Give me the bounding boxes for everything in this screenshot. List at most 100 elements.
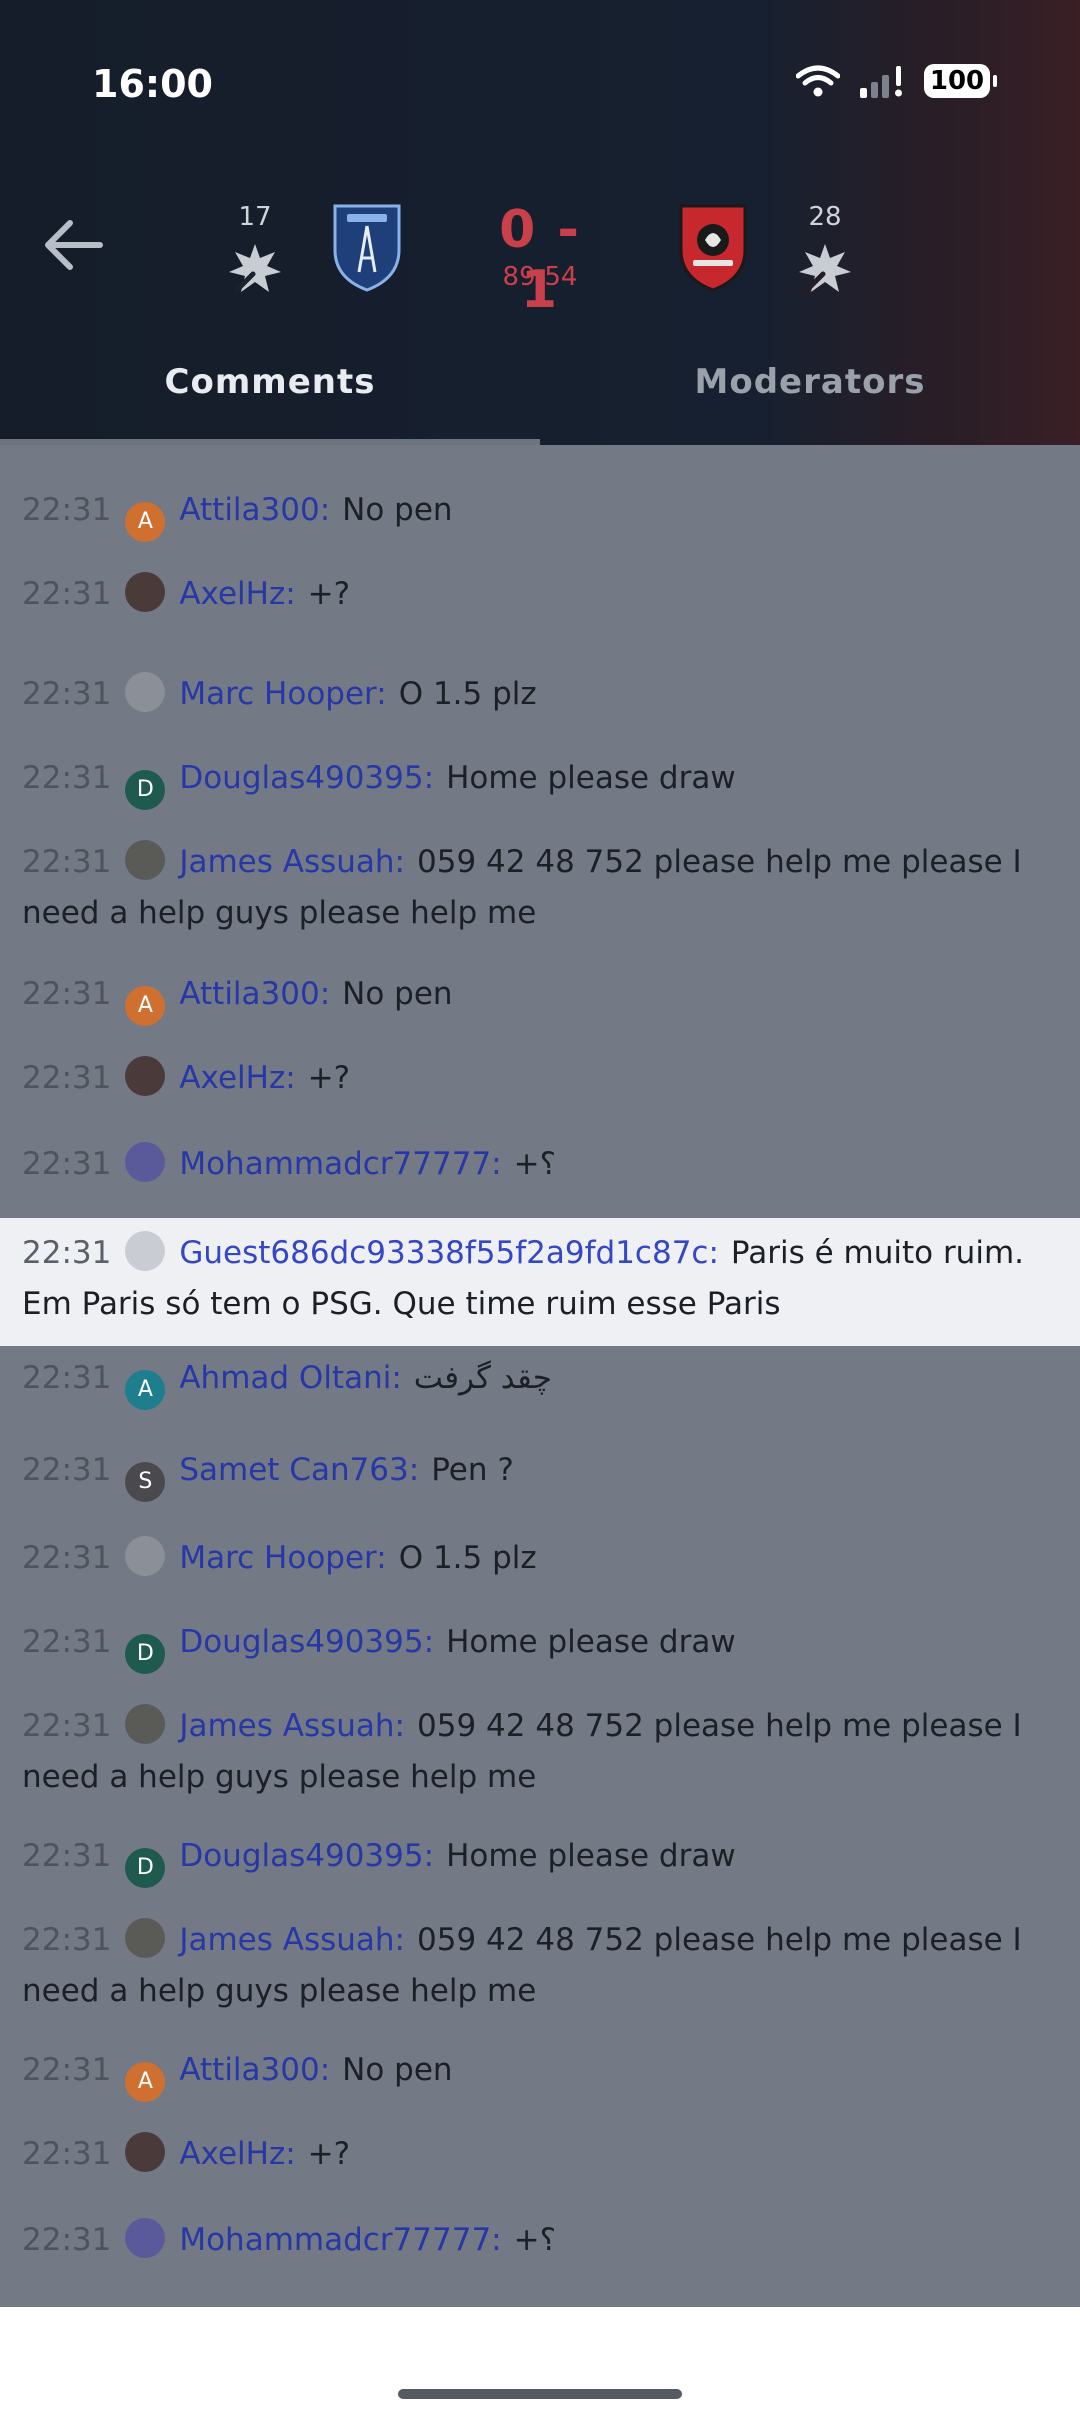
comment-row[interactable]: 22:31 Marc Hooper: O 1.5 plz [0,1533,1080,1584]
comment-username[interactable]: Attila300: [179,2052,330,2088]
comment-time: 22:31 [22,492,112,528]
user-avatar[interactable] [125,840,166,880]
comment-username[interactable]: Guest686dc93338f55f2a9fd1c87c: [179,1235,719,1271]
comment-time: 22:31 [22,844,112,880]
comment-row[interactable]: 22:31 AxelHz: +? [0,2129,1080,2180]
status-time: 16:00 [92,62,213,106]
comment-time: 22:31 [22,2136,112,2172]
match-clock: 89:54 [502,262,578,292]
comment-text: No pen [342,976,453,1012]
comment-username[interactable]: James Assuah: [179,1708,405,1744]
comment-text: +؟ [513,2222,557,2258]
comment-username[interactable]: Mohammadcr77777: [179,1146,501,1182]
comment-text: Home please draw [446,1838,736,1874]
comment-username[interactable]: AxelHz: [179,2136,295,2172]
comment-username[interactable]: Attila300: [179,492,330,528]
comment-username[interactable]: Ahmad Oltani: [179,1360,401,1396]
comment-row[interactable]: 22:31 James Assuah: 059 42 48 752 please h… [0,1915,1080,2017]
comments-list[interactable]: 22:31 A Attila300: No pen 22:31 AxelHz: +? 22:3… [0,445,1080,2307]
comment-username[interactable]: Marc Hooper: [179,676,386,712]
user-avatar[interactable] [125,1231,166,1271]
comment-text: Home please draw [446,1624,736,1660]
home-team-crest[interactable] [329,200,405,292]
comment-time: 22:31 [22,1146,112,1182]
user-avatar[interactable] [125,1142,166,1182]
comment-text: 059 42 48 752 please help me please I ne… [22,1922,1022,2009]
tab-moderators[interactable]: Moderators [540,362,1080,402]
match-comments-screen: 16:00 100 17 0 - 1 89:54 28 Comments Mod… [0,0,1080,2424]
user-avatar[interactable]: D [125,1848,166,1888]
battery-indicator: 100 [924,64,997,98]
match-score: 0 - 1 [499,200,581,320]
comment-time: 22:31 [22,2052,112,2088]
comment-row[interactable]: 22:31 Mohammadcr77777: +؟ [0,2215,1080,2266]
comment-row[interactable]: 22:31 James Assuah: 059 42 48 752 please h… [0,837,1080,939]
comment-time: 22:31 [22,1060,112,1096]
comment-row[interactable]: 22:31 A Attila300: No pen [0,485,1080,542]
comment-text: 059 42 48 752 please help me please I ne… [22,844,1022,931]
user-avatar[interactable]: A [125,1370,166,1410]
user-avatar[interactable]: A [125,2062,166,2102]
wifi-icon [796,65,840,97]
comment-row[interactable]: 22:31 Marc Hooper: O 1.5 plz [0,669,1080,720]
user-avatar[interactable] [125,672,166,712]
user-avatar[interactable] [125,2218,166,2258]
comment-row[interactable]: 22:31 AxelHz: +? [0,569,1080,620]
home-cheer-icon[interactable] [225,238,285,298]
comment-text: +? [307,1060,351,1096]
comment-row[interactable]: 22:31 S Samet Can763: Pen ? [0,1445,1080,1502]
comment-time: 22:31 [22,1624,112,1660]
scoreboard: 17 0 - 1 89:54 28 [0,190,1080,320]
tab-comments[interactable]: Comments [0,362,540,402]
comment-username[interactable]: Attila300: [179,976,330,1012]
comment-row[interactable]: 22:31 A Ahmad Oltani: چقد گرفت [0,1353,1080,1410]
comment-text: No pen [342,2052,453,2088]
user-avatar[interactable] [125,572,166,612]
comment-username[interactable]: Douglas490395: [179,1624,434,1660]
comment-username[interactable]: Douglas490395: [179,760,434,796]
comment-username[interactable]: James Assuah: [179,1922,405,1958]
home-indicator[interactable] [398,2389,682,2399]
comment-row[interactable]: 22:31 AxelHz: +? [0,1053,1080,1104]
comment-text: +؟ [513,1146,557,1182]
comment-time: 22:31 [22,1540,112,1576]
comment-time: 22:31 [22,1708,112,1744]
comment-username[interactable]: James Assuah: [179,844,405,880]
user-avatar[interactable]: A [125,502,166,542]
user-avatar[interactable]: D [125,770,166,810]
comment-row[interactable]: 22:31 Guest686dc93338f55f2a9fd1c87c: Paris… [0,1218,1080,1346]
comment-text: O 1.5 plz [398,676,537,712]
away-team-crest[interactable] [675,200,751,292]
user-avatar[interactable]: D [125,1634,166,1674]
comment-username[interactable]: AxelHz: [179,1060,295,1096]
comment-row[interactable]: 22:31 D Douglas490395: Home please draw [0,1617,1080,1674]
away-fans-count: 28 [808,202,842,232]
comment-row[interactable]: 22:31 D Douglas490395: Home please draw [0,753,1080,810]
comment-time: 22:31 [22,1838,112,1874]
away-cheer-icon[interactable] [795,238,855,298]
user-avatar[interactable] [125,1918,166,1958]
comment-text: +? [307,576,351,612]
user-avatar[interactable]: A [125,986,166,1026]
user-avatar[interactable]: S [125,1462,166,1502]
comment-username[interactable]: Mohammadcr77777: [179,2222,501,2258]
comment-username[interactable]: Marc Hooper: [179,1540,386,1576]
comment-row[interactable]: 22:31 James Assuah: 059 42 48 752 please h… [0,1701,1080,1803]
comment-time: 22:31 [22,676,112,712]
user-avatar[interactable] [125,1536,166,1576]
comment-text: +? [307,2136,351,2172]
comment-row[interactable]: 22:31 Mohammadcr77777: +؟ [0,1139,1080,1190]
home-fans-count: 17 [238,202,272,232]
user-avatar[interactable] [125,2132,166,2172]
user-avatar[interactable] [125,1056,166,1096]
comment-time: 22:31 [22,576,112,612]
user-avatar[interactable] [125,1704,166,1744]
comment-time: 22:31 [22,2222,112,2258]
comment-username[interactable]: Samet Can763: [179,1452,419,1488]
comment-row[interactable]: 22:31 A Attila300: No pen [0,969,1080,1026]
comment-row[interactable]: 22:31 D Douglas490395: Home please draw [0,1831,1080,1888]
comment-text: Pen ? [431,1452,514,1488]
comment-username[interactable]: Douglas490395: [179,1838,434,1874]
comment-username[interactable]: AxelHz: [179,576,295,612]
comment-row[interactable]: 22:31 A Attila300: No pen [0,2045,1080,2102]
